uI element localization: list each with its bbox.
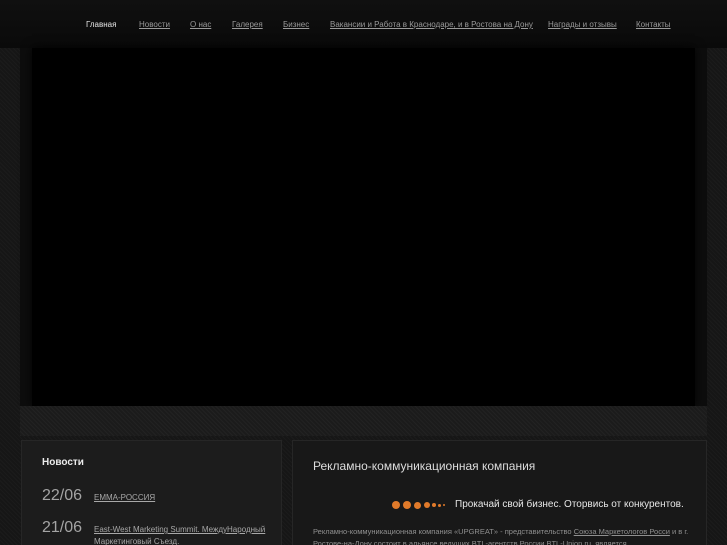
content-panel: Рекламно-коммуникационная компания Прока… (292, 440, 707, 545)
content-heading: Рекламно-коммуникационная компания (313, 459, 536, 473)
nav-item-home[interactable]: Главная (86, 20, 116, 30)
news-title: Новости (42, 457, 84, 468)
nav-item-business[interactable]: Бизнес (283, 20, 309, 30)
intro-text-part1: Рекламно-коммуникационная компания «UPGR… (313, 527, 574, 536)
nav-item-about[interactable]: О нас (190, 20, 211, 30)
slogan: Прокачай свой бизнес. Оторвись от конкур… (455, 499, 684, 510)
news-date: 21/06 (42, 519, 83, 536)
top-navigation: Главная Новости О нас Галерея Бизнес Вак… (0, 0, 727, 48)
nav-item-contacts[interactable]: Контакты (636, 20, 671, 30)
divider-band (20, 406, 707, 436)
news-link[interactable]: ЕММА-РОССИЯ (94, 492, 274, 504)
page: Главная Новости О нас Галерея Бизнес Вак… (0, 0, 727, 545)
intro-paragraph: Рекламно-коммуникационная компания «UPGR… (313, 526, 691, 545)
nav-item-vacancies[interactable]: Вакансии и Работа в Краснодаре, и в Рост… (330, 20, 533, 30)
nav-item-news[interactable]: Новости (139, 20, 170, 30)
news-date: 22/06 (42, 487, 83, 504)
nav-item-gallery[interactable]: Галерея (232, 20, 263, 30)
marketers-union-link[interactable]: Союза Маркетологов Росси (574, 527, 670, 536)
nav-item-awards[interactable]: Награды и отзывы (548, 20, 617, 30)
news-link[interactable]: East-West Marketing Summit. МеждуНародны… (94, 524, 274, 545)
hero-banner (32, 48, 695, 406)
news-panel: Новости 22/06 ЕММА-РОССИЯ 21/06 East-Wes… (21, 440, 282, 545)
